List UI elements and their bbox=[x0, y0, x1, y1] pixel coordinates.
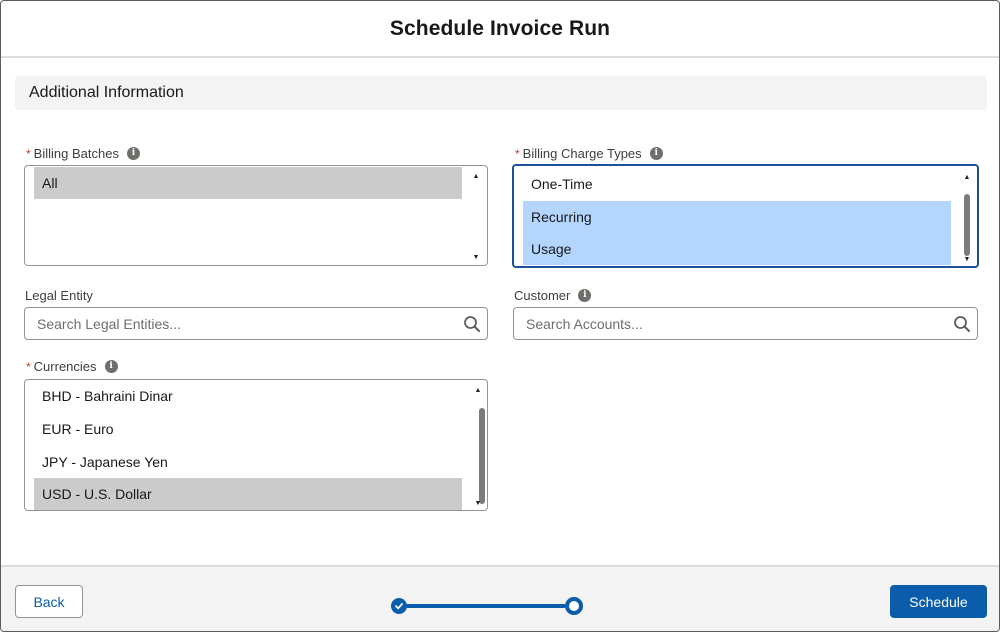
legal-entity-label-group: Legal Entity bbox=[25, 288, 93, 303]
billing-batches-listbox[interactable]: All ▲ ▼ bbox=[24, 165, 488, 266]
customer-search-input[interactable]: Search Accounts... bbox=[513, 307, 978, 340]
currencies-option-eur[interactable]: EUR - Euro bbox=[34, 413, 462, 445]
section-title: Additional Information bbox=[29, 84, 184, 101]
currencies-label: Currencies bbox=[33, 359, 97, 374]
customer-label-group: Customer i bbox=[514, 288, 592, 303]
modal-footer: Back Schedule bbox=[1, 565, 999, 631]
billing-charge-types-label: Billing Charge Types bbox=[522, 146, 642, 161]
customer-placeholder: Search Accounts... bbox=[526, 316, 643, 332]
modal-title: Schedule Invoice Run bbox=[389, 16, 611, 40]
info-icon[interactable]: i bbox=[104, 360, 118, 373]
info-icon[interactable]: i bbox=[649, 147, 663, 160]
scroll-up-icon[interactable]: ▲ bbox=[962, 172, 972, 182]
schedule-button[interactable]: Schedule bbox=[890, 585, 987, 618]
currencies-listbox[interactable]: BHD - Bahraini Dinar EUR - Euro JPY - Ja… bbox=[24, 379, 488, 511]
billing-charge-types-label-group: * Billing Charge Types i bbox=[515, 146, 663, 161]
billing-batches-option-all[interactable]: All bbox=[34, 167, 462, 199]
required-marker: * bbox=[26, 359, 31, 374]
currencies-option-usd[interactable]: USD - U.S. Dollar bbox=[34, 478, 462, 510]
progress-step-completed[interactable] bbox=[391, 598, 407, 614]
back-button[interactable]: Back bbox=[15, 585, 83, 618]
section-header: Additional Information bbox=[15, 76, 987, 110]
progress-step-current[interactable] bbox=[565, 597, 583, 615]
required-marker: * bbox=[26, 146, 31, 161]
billing-charge-types-option-recurring[interactable]: Recurring bbox=[523, 201, 951, 233]
scrollbar-thumb[interactable] bbox=[479, 408, 485, 504]
billing-charge-types-listbox[interactable]: One-Time Recurring Usage ▲ ▼ bbox=[512, 164, 979, 268]
info-icon[interactable]: i bbox=[126, 147, 140, 160]
scroll-up-icon[interactable]: ▲ bbox=[473, 385, 483, 395]
currencies-option-bhd[interactable]: BHD - Bahraini Dinar bbox=[34, 380, 462, 412]
scroll-down-icon[interactable]: ▼ bbox=[473, 498, 483, 508]
check-icon bbox=[395, 603, 403, 610]
schedule-invoice-run-modal: Schedule Invoice Run Additional Informat… bbox=[0, 0, 1000, 632]
billing-batches-label-group: * Billing Batches i bbox=[26, 146, 140, 161]
progress-indicator bbox=[389, 595, 589, 617]
required-marker: * bbox=[515, 146, 520, 161]
currencies-label-group: * Currencies i bbox=[26, 359, 118, 374]
scroll-down-icon[interactable]: ▼ bbox=[962, 254, 972, 264]
search-icon[interactable] bbox=[953, 315, 971, 333]
currencies-option-jpy[interactable]: JPY - Japanese Yen bbox=[34, 446, 462, 478]
info-icon[interactable]: i bbox=[578, 289, 592, 302]
customer-label: Customer bbox=[514, 288, 571, 303]
legal-entity-label: Legal Entity bbox=[25, 288, 93, 303]
legal-entity-search-input[interactable]: Search Legal Entities... bbox=[24, 307, 488, 340]
scrollbar-thumb[interactable] bbox=[964, 194, 970, 256]
scroll-down-icon[interactable]: ▼ bbox=[471, 252, 481, 262]
billing-charge-types-option-usage[interactable]: Usage bbox=[523, 233, 951, 265]
billing-batches-label: Billing Batches bbox=[33, 146, 119, 161]
modal-header: Schedule Invoice Run bbox=[1, 1, 999, 58]
progress-bar bbox=[403, 604, 565, 608]
billing-charge-types-option-one-time[interactable]: One-Time bbox=[523, 168, 951, 200]
scroll-up-icon[interactable]: ▲ bbox=[471, 171, 481, 181]
legal-entity-placeholder: Search Legal Entities... bbox=[37, 316, 181, 332]
search-icon[interactable] bbox=[463, 315, 481, 333]
